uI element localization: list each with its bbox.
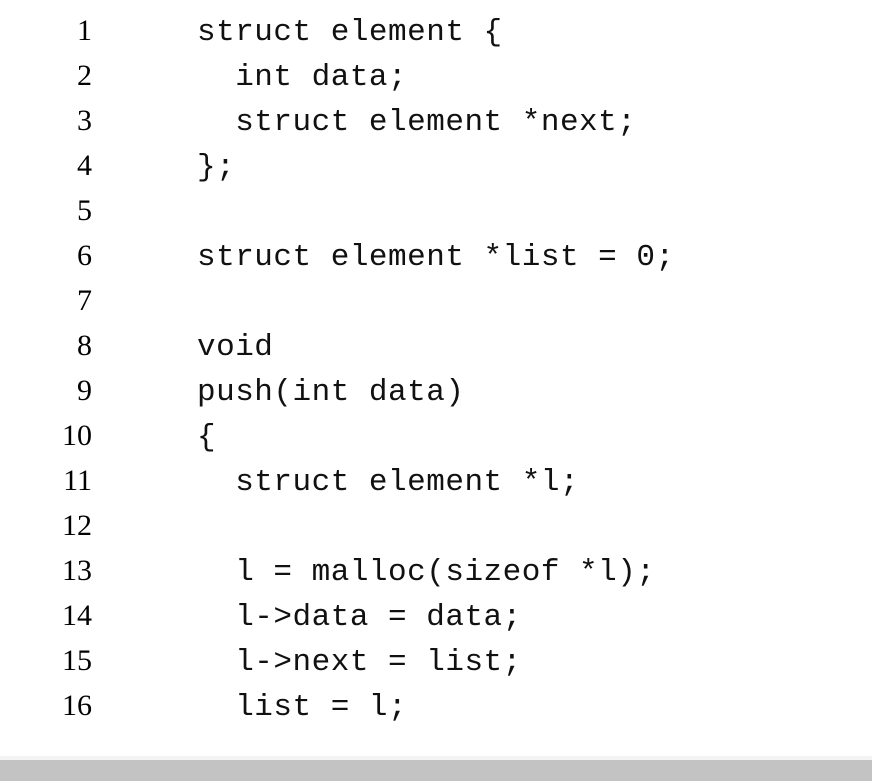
code-listing: 1 struct element {2 int data; 3 struct ele… — [0, 0, 872, 760]
line-number: 1 — [77, 14, 92, 47]
code-line: 10 { — [0, 413, 872, 458]
code-text: { — [197, 420, 217, 455]
code-text: l->data = data; — [197, 600, 522, 635]
code-text: struct element { — [197, 15, 503, 50]
line-number: 6 — [77, 239, 92, 272]
code-text: void — [197, 330, 274, 365]
line-number: 3 — [77, 104, 92, 137]
code-text: push(int data) — [197, 375, 465, 410]
code-line: 9 push(int data) — [0, 368, 872, 413]
code-line: 14 l->data = data; — [0, 593, 872, 638]
code-line: 13 l = malloc(sizeof *l); — [0, 548, 872, 593]
line-number: 15 — [62, 644, 92, 677]
code-line: 12 — [0, 503, 872, 548]
line-number: 7 — [77, 284, 92, 317]
code-text: struct element *l; — [197, 465, 580, 500]
code-line: 3 struct element *next; — [0, 98, 872, 143]
line-number: 5 — [77, 194, 92, 227]
code-line: 5 — [0, 188, 872, 233]
code-text: int data; — [197, 60, 408, 95]
line-number: 16 — [62, 689, 92, 722]
code-text: struct element *next; — [197, 105, 637, 140]
code-line: 11 struct element *l; — [0, 458, 872, 503]
code-line: 8 void — [0, 323, 872, 368]
code-text: list = l; — [197, 690, 408, 725]
code-line: 7 — [0, 278, 872, 323]
footer-bar — [0, 760, 872, 781]
code-line: 1 struct element { — [0, 8, 872, 53]
code-line: 6 struct element *list = 0; — [0, 233, 872, 278]
code-text: l = malloc(sizeof *l); — [197, 555, 656, 590]
line-number: 10 — [62, 419, 92, 452]
line-number: 2 — [77, 59, 92, 92]
code-line: 16 list = l; — [0, 683, 872, 728]
code-text: struct element *list = 0; — [197, 240, 675, 275]
line-number: 12 — [62, 509, 92, 542]
code-text: l->next = list; — [197, 645, 522, 680]
code-line: 15 l->next = list; — [0, 638, 872, 683]
code-line: 2 int data; — [0, 53, 872, 98]
page-root: 1 struct element {2 int data; 3 struct ele… — [0, 0, 872, 781]
line-number: 14 — [62, 599, 92, 632]
line-number: 8 — [77, 329, 92, 362]
line-number: 9 — [77, 374, 92, 407]
line-number: 13 — [62, 554, 92, 587]
line-number: 4 — [77, 149, 92, 182]
code-line: 4}; — [0, 143, 872, 188]
code-text: }; — [197, 150, 236, 185]
line-number: 11 — [63, 464, 92, 497]
